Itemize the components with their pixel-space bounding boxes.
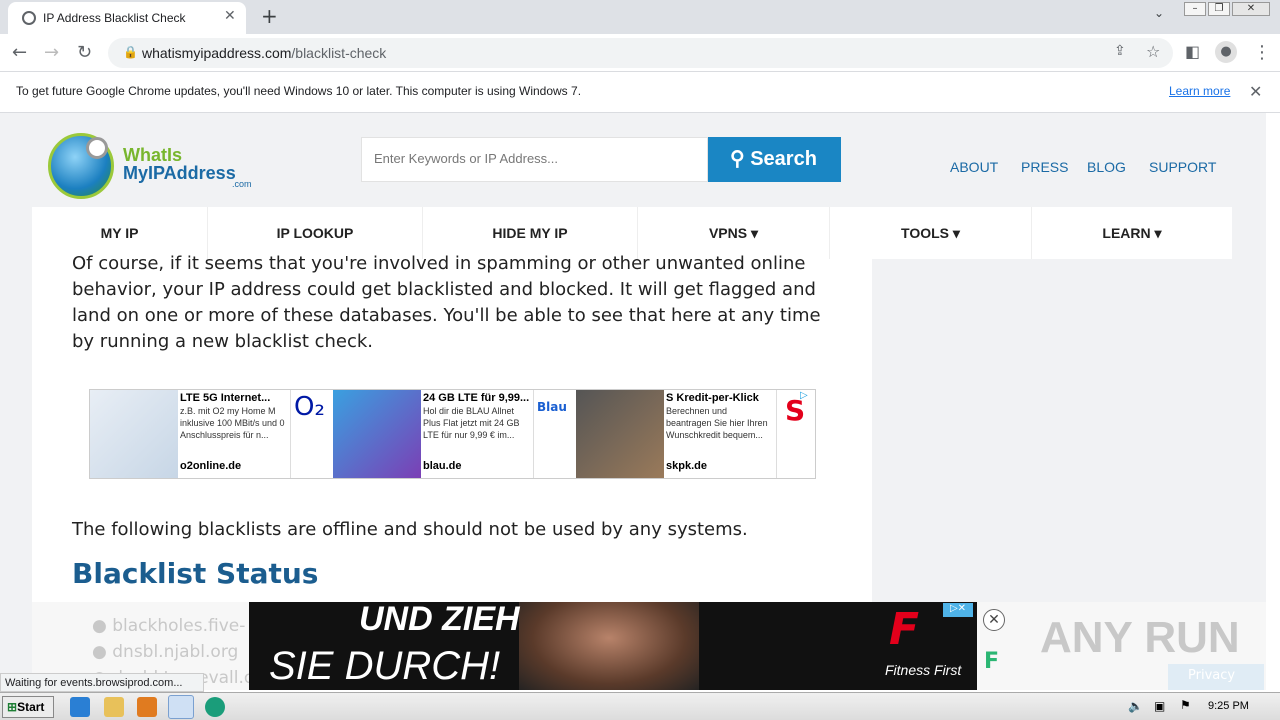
ad-skpk[interactable]: S Kredit-per-Klick Berechnen und beantra… xyxy=(576,390,818,478)
url-host: whatismyipaddress.com xyxy=(142,45,292,61)
blog-link[interactable]: BLOG xyxy=(1087,159,1126,175)
ad-headline-1: UND ZIEH xyxy=(359,600,520,638)
status-icon: ● xyxy=(92,616,113,636)
offline-note: The following blacklists are offline and… xyxy=(72,519,748,540)
windows-icon: ⊞ xyxy=(7,700,18,714)
lock-icon[interactable]: 🔒 xyxy=(123,45,138,59)
ad-headline-2: SIE DURCH! xyxy=(269,644,501,688)
logo-text-com: .com xyxy=(232,179,252,189)
logo-text-line2[interactable]: MyIPAddress xyxy=(123,163,236,184)
explorer-icon[interactable] xyxy=(104,697,124,717)
search-button[interactable]: ⚲ Search xyxy=(708,137,841,182)
list-item: ● dnsbl.njabl.org xyxy=(92,642,239,662)
minimize-button[interactable]: – xyxy=(1184,2,1206,16)
forward-icon[interactable]: → xyxy=(44,42,59,63)
router-image xyxy=(90,390,178,478)
star-icon[interactable]: ☆ xyxy=(1146,42,1160,61)
tab-close-icon[interactable]: ✕ xyxy=(224,8,236,24)
ad-title[interactable]: 24 GB LTE für 9,99... xyxy=(423,392,533,404)
freestar-icon[interactable]: F xyxy=(984,649,999,674)
flag-icon[interactable]: ⚑ xyxy=(1180,698,1191,712)
family-image xyxy=(576,390,664,478)
tab-strip: IP Address Blacklist Check ✕ + ⌄ – ❐ ✕ xyxy=(0,0,1280,34)
section-heading: Blacklist Status xyxy=(72,557,319,590)
network-icon[interactable]: ▣ xyxy=(1154,699,1165,713)
system-tray: 🔈 ▣ ⚑ 9:25 PM xyxy=(1120,693,1280,720)
ad-row: LTE 5G Internet... z.B. mit O2 my Home M… xyxy=(89,389,816,479)
press-link[interactable]: PRESS xyxy=(1021,159,1068,175)
browser-toolbar: ← → ↻ 🔒 whatismyipaddress.com/blacklist-… xyxy=(0,34,1280,72)
blau-logo: Blau xyxy=(533,390,573,478)
restore-button[interactable]: ❐ xyxy=(1208,2,1230,16)
reload-icon[interactable]: ↻ xyxy=(77,42,92,63)
tab-title: IP Address Blacklist Check xyxy=(43,11,186,25)
adchoices-icon[interactable]: ▷ xyxy=(800,390,808,401)
clock[interactable]: 9:25 PM xyxy=(1208,700,1249,712)
ad-domain[interactable]: o2online.de xyxy=(180,460,241,472)
status-icon: ● xyxy=(92,642,113,662)
ad-title[interactable]: S Kredit-per-Klick xyxy=(666,392,776,404)
infobar-close-icon[interactable]: ✕ xyxy=(1249,82,1262,101)
bottom-banner-ad[interactable]: UND ZIEH SIE DURCH! F Fitness First ▷✕ xyxy=(249,600,977,690)
volume-icon[interactable]: 🔈 xyxy=(1128,699,1143,713)
taskbar: ⊞Start 🔈 ▣ ⚑ 9:25 PM xyxy=(0,692,1280,720)
close-ad-button[interactable]: ✕ xyxy=(983,609,1005,631)
search-button-label: Search xyxy=(750,148,817,170)
learn-more-link[interactable]: Learn more xyxy=(1169,84,1230,98)
o2-logo: O₂ xyxy=(290,390,330,478)
support-link[interactable]: SUPPORT xyxy=(1149,159,1216,175)
list-item: ● blackholes.five- xyxy=(92,616,246,636)
chrome-icon[interactable] xyxy=(168,695,194,719)
ad-description: Hol dir die BLAU Allnet Plus Flat jetzt … xyxy=(423,406,520,440)
url-text[interactable]: whatismyipaddress.com/blacklist-check xyxy=(142,45,386,61)
url-path: /blacklist-check xyxy=(291,45,387,61)
ad-description: z.B. mit O2 my Home M inklusive 100 MBit… xyxy=(180,406,285,440)
ad-blau[interactable]: 24 GB LTE für 9,99... Hol dir die BLAU A… xyxy=(333,390,575,478)
menu-icon[interactable]: ⋮ xyxy=(1253,42,1271,63)
address-bar[interactable]: 🔒 whatismyipaddress.com/blacklist-check … xyxy=(108,38,1173,68)
back-icon[interactable]: ← xyxy=(12,42,27,63)
media-player-icon[interactable] xyxy=(137,697,157,717)
infobar-message: To get future Google Chrome updates, you… xyxy=(16,84,582,98)
tab-search-icon[interactable]: ⌄ xyxy=(1154,6,1164,20)
about-link[interactable]: ABOUT xyxy=(950,159,998,175)
sidepanel-icon[interactable]: ◧ xyxy=(1185,42,1200,61)
nav-tools[interactable]: TOOLS ▾ xyxy=(830,207,1032,259)
anyrun-watermark: ANY RUN xyxy=(1040,613,1240,662)
search-input[interactable]: Enter Keywords or IP Address... xyxy=(361,137,708,182)
woman-image xyxy=(519,602,699,690)
globe-icon xyxy=(22,11,36,25)
ie-icon[interactable] xyxy=(70,697,90,717)
browser-tab[interactable]: IP Address Blacklist Check ✕ xyxy=(8,2,246,34)
ad-brand: Fitness First xyxy=(885,662,962,678)
search-icon: ⚲ xyxy=(730,148,751,170)
close-window-button[interactable]: ✕ xyxy=(1232,2,1270,16)
web-page: WhatIs MyIPAddress .com Enter Keywords o… xyxy=(0,113,1266,690)
edge-icon[interactable] xyxy=(205,697,225,717)
article-paragraph: Of course, if it seems that you're invol… xyxy=(72,253,821,352)
privacy-button[interactable]: Privacy xyxy=(1168,664,1264,690)
ad-o2[interactable]: LTE 5G Internet... z.B. mit O2 my Home M… xyxy=(90,390,332,478)
sparkasse-logo: S xyxy=(776,390,816,478)
nav-learn[interactable]: LEARN ▾ xyxy=(1032,207,1232,259)
ad-title[interactable]: LTE 5G Internet... xyxy=(180,392,290,404)
ad-description: Berechnen und beantragen Sie hier Ihren … xyxy=(666,406,768,440)
share-icon[interactable]: ⇪ xyxy=(1114,43,1126,59)
status-bubble: Waiting for events.browsiprod.com... xyxy=(0,673,204,692)
ad-domain[interactable]: skpk.de xyxy=(666,460,707,472)
new-tab-button[interactable]: + xyxy=(261,4,278,28)
snowman-image xyxy=(333,390,421,478)
profile-icon[interactable]: ● xyxy=(1215,41,1237,63)
update-infobar: To get future Google Chrome updates, you… xyxy=(0,72,1280,113)
logo-magnifier-icon xyxy=(86,137,108,159)
adchoices-icon[interactable]: ▷✕ xyxy=(943,603,973,617)
start-button[interactable]: ⊞Start xyxy=(2,696,54,718)
fitness-first-logo: F xyxy=(889,604,920,655)
ad-domain[interactable]: blau.de xyxy=(423,460,462,472)
